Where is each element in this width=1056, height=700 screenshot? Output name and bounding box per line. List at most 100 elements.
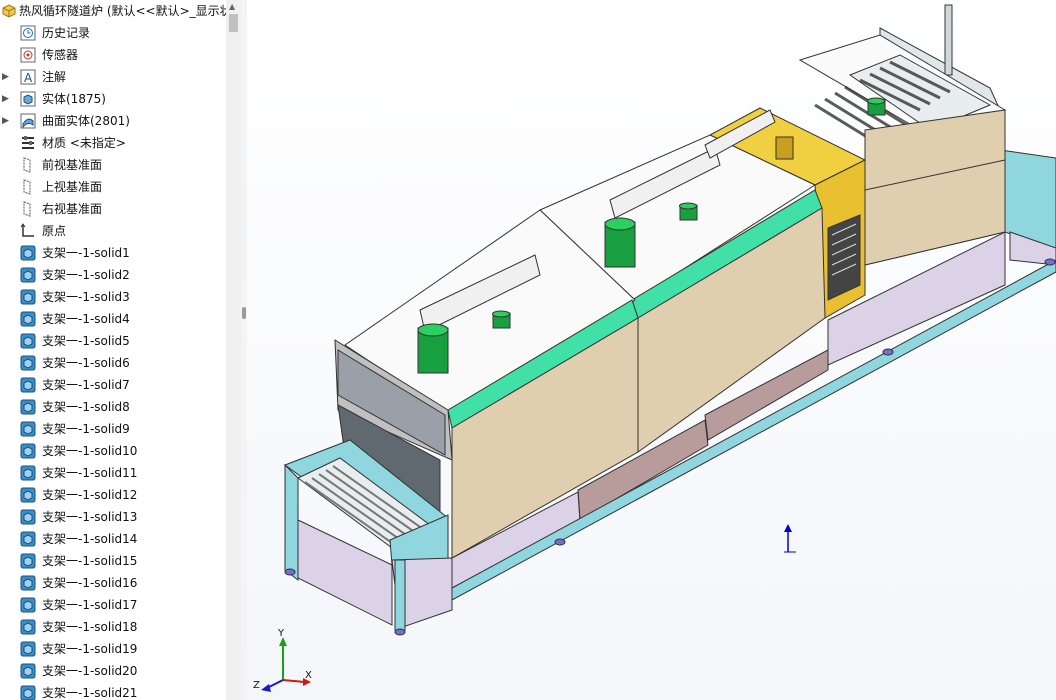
tree-item-solid-body[interactable]: 支架一-1-solid1	[0, 242, 226, 264]
solid-body-label: 支架一-1-solid3	[42, 290, 130, 304]
axis-triad-icon	[261, 637, 311, 692]
splitter-grip-icon[interactable]	[242, 307, 246, 319]
solid-body-label: 支架一-1-solid19	[42, 642, 138, 656]
plane-icon	[23, 157, 31, 173]
tree-item-annotation[interactable]: ▶ A 注解	[0, 66, 226, 88]
reference-point-icon	[784, 524, 796, 553]
solid-body-label: 支架一-1-solid10	[42, 444, 138, 458]
annotation-icon: A	[20, 69, 36, 85]
plane-icon	[23, 201, 31, 217]
axis-label-y: Y	[278, 628, 285, 639]
tree-item-label: 前视基准面	[42, 158, 103, 172]
tree-item-solid-body[interactable]: 支架一-1-solid6	[0, 352, 226, 374]
solid-body-label: 支架一-1-solid15	[42, 554, 138, 568]
tree-item-solid-body[interactable]: 支架一-1-solid8	[0, 396, 226, 418]
tree-item-plane[interactable]: 右视基准面	[0, 198, 226, 220]
tree-item-solid-body[interactable]: 支架一-1-solid17	[0, 594, 226, 616]
material-icon	[22, 136, 34, 149]
tree-item-solid-body[interactable]: 支架一-1-solid4	[0, 308, 226, 330]
tree-item-solid-body[interactable]: 支架一-1-solid19	[0, 638, 226, 660]
solid-body-icon	[20, 355, 36, 371]
solid-body-icon	[20, 597, 36, 613]
solid-body-label: 支架一-1-solid18	[42, 620, 138, 634]
history-icon	[20, 25, 36, 41]
solid-body-icon	[20, 509, 36, 525]
tree-item-solid-body[interactable]: 支架一-1-solid11	[0, 462, 226, 484]
expand-arrow-icon[interactable]: ▶	[2, 66, 12, 88]
tree-item-solid-body[interactable]: 支架一-1-solid13	[0, 506, 226, 528]
sensor-icon	[20, 47, 36, 63]
tree-item-label: 实体(1875)	[42, 92, 106, 106]
scroll-up-icon[interactable]: ▲	[229, 2, 235, 11]
tree-item-surface-bodies[interactable]: ▶ 曲面实体(2801)	[0, 110, 226, 132]
tree-item-solid-body[interactable]: 支架一-1-solid16	[0, 572, 226, 594]
solid-body-label: 支架一-1-solid17	[42, 598, 138, 612]
solid-body-icon	[20, 465, 36, 481]
origin-icon	[20, 223, 34, 237]
tree-scrollbar[interactable]: ▲	[226, 0, 241, 700]
tree-item-solid-body[interactable]: 支架一-1-solid20	[0, 660, 226, 682]
solid-body-label: 支架一-1-solid8	[42, 400, 130, 414]
tree-item-solid-body[interactable]: 支架一-1-solid3	[0, 286, 226, 308]
solid-body-icon	[20, 245, 36, 261]
solid-body-icon	[20, 575, 36, 591]
axis-label-z: Z	[253, 680, 260, 691]
solid-body-icon	[20, 421, 36, 437]
tree-item-material[interactable]: 材质 <未指定>	[0, 132, 226, 154]
view-triad[interactable]: Y X Z	[247, 628, 337, 700]
solid-body-label: 支架一-1-solid16	[42, 576, 138, 590]
oven-model[interactable]	[247, 0, 1056, 700]
solid-body-icon	[20, 553, 36, 569]
tree-item-label: 右视基准面	[42, 202, 103, 216]
tree-item-label: 上视基准面	[42, 180, 103, 194]
solid-body-icon	[20, 289, 36, 305]
expand-arrow-icon[interactable]: ▶	[2, 110, 12, 132]
tree-item-sensor[interactable]: 传感器	[0, 44, 226, 66]
solid-body-label: 支架一-1-solid6	[42, 356, 130, 370]
tree-item-solid-body[interactable]: 支架一-1-solid14	[0, 528, 226, 550]
solid-body-label: 支架一-1-solid12	[42, 488, 138, 502]
tree-item-origin[interactable]: 原点	[0, 220, 226, 242]
solid-body-icon	[20, 267, 36, 283]
scroll-thumb[interactable]	[229, 14, 238, 32]
tree-item-solid-body[interactable]: 支架一-1-solid10	[0, 440, 226, 462]
tree-item-solid-body[interactable]: 支架一-1-solid15	[0, 550, 226, 572]
tree-item-history[interactable]: 历史记录	[0, 22, 226, 44]
solid-body-label: 支架一-1-solid2	[42, 268, 130, 282]
feature-tree-list: 热风循环隧道炉 (默认<<默认>_显示状 历史记录 传感器 ▶ A 注解 ▶ 实体(1875…	[0, 0, 226, 700]
tree-item-solid-bodies[interactable]: ▶ 实体(1875)	[0, 88, 226, 110]
tree-item-label: 传感器	[42, 48, 79, 62]
tree-item-plane[interactable]: 前视基准面	[0, 154, 226, 176]
tree-item-solid-body[interactable]: 支架一-1-solid18	[0, 616, 226, 638]
tree-item-solid-body[interactable]: 支架一-1-solid2	[0, 264, 226, 286]
solid-body-label: 支架一-1-solid13	[42, 510, 138, 524]
solid-body-icon	[20, 377, 36, 393]
graphics-viewport[interactable]: Y X Z	[247, 0, 1056, 700]
tree-item-solid-body[interactable]: 支架一-1-solid7	[0, 374, 226, 396]
solid-body-icon	[20, 531, 36, 547]
solid-body-label: 支架一-1-solid1	[42, 246, 130, 260]
tree-item-label: 历史记录	[42, 26, 91, 40]
plane-icon	[23, 179, 31, 195]
solid-body-icon	[20, 399, 36, 415]
solid-body-icon	[20, 685, 36, 700]
part-icon	[2, 4, 16, 18]
solid-body-label: 支架一-1-solid11	[42, 466, 138, 480]
solid-body-label: 支架一-1-solid14	[42, 532, 138, 546]
solid-body-icon	[20, 641, 36, 657]
tree-item-plane[interactable]: 上视基准面	[0, 176, 226, 198]
tree-item-solid-body[interactable]: 支架一-1-solid5	[0, 330, 226, 352]
solid-body-label: 支架一-1-solid7	[42, 378, 130, 392]
solid-body-label: 支架一-1-solid9	[42, 422, 130, 436]
solid-body-icon	[20, 487, 36, 503]
tree-item-label: 原点	[42, 224, 67, 238]
tree-item-solid-body[interactable]: 支架一-1-solid9	[0, 418, 226, 440]
tree-item-solid-body[interactable]: 支架一-1-solid21	[0, 682, 226, 700]
solid-body-icon	[20, 333, 36, 349]
solid-body-label: 支架一-1-solid5	[42, 334, 130, 348]
expand-arrow-icon[interactable]: ▶	[2, 88, 12, 110]
surface-bodies-icon	[20, 113, 36, 129]
solid-body-label: 支架一-1-solid21	[42, 686, 138, 700]
tree-root-part[interactable]: 热风循环隧道炉 (默认<<默认>_显示状	[0, 0, 226, 22]
tree-item-solid-body[interactable]: 支架一-1-solid12	[0, 484, 226, 506]
